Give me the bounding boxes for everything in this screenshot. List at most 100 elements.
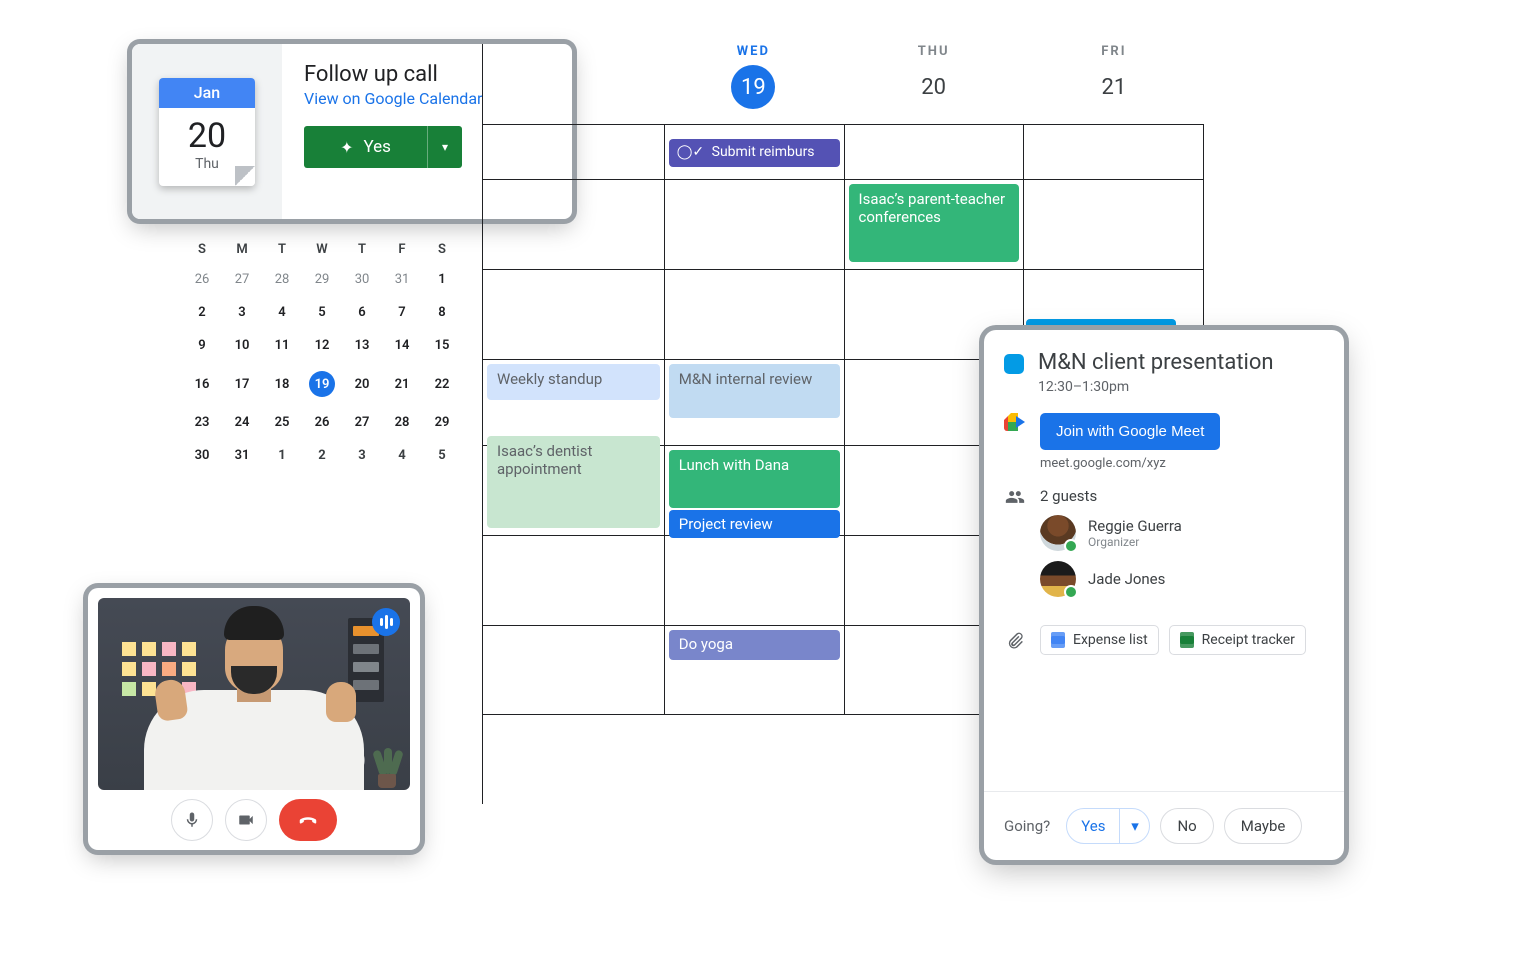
grid-cell[interactable]: [665, 270, 845, 359]
mini-day[interactable]: 8: [422, 296, 462, 329]
mini-day[interactable]: 21: [382, 362, 422, 406]
mini-day[interactable]: 31: [222, 439, 262, 472]
event-parent-teacher[interactable]: Isaac’s parent-teacher conferences: [849, 184, 1020, 262]
mini-day[interactable]: 14: [382, 329, 422, 362]
event-lunch-dana[interactable]: Lunch with Dana: [669, 450, 840, 508]
grid-cell[interactable]: [483, 180, 665, 269]
grid-cell[interactable]: [1024, 180, 1204, 269]
event-title: M&N client presentation: [1038, 350, 1274, 375]
rsvp-yes[interactable]: Yes ▾: [1066, 808, 1150, 844]
mini-day[interactable]: 29: [302, 263, 342, 296]
mini-day[interactable]: 31: [382, 263, 422, 296]
mini-day[interactable]: 26: [302, 406, 342, 439]
mini-day[interactable]: 3: [342, 439, 382, 472]
event-do-yoga[interactable]: Do yoga: [669, 630, 840, 660]
mini-day[interactable]: 24: [222, 406, 262, 439]
rsvp-yes-caret-icon[interactable]: ▾: [1119, 809, 1149, 843]
mini-day[interactable]: 6: [342, 296, 382, 329]
meet-url[interactable]: meet.google.com/xyz: [1040, 456, 1220, 471]
attachment-label: Receipt tracker: [1202, 632, 1295, 648]
attachment-expense-list[interactable]: Expense list: [1040, 625, 1159, 655]
end-call-button[interactable]: [279, 799, 337, 841]
mini-day[interactable]: 23: [182, 406, 222, 439]
mini-day[interactable]: 26: [182, 263, 222, 296]
day-number: 21: [1092, 65, 1136, 109]
grid-cell[interactable]: Weekly standup: [483, 360, 665, 445]
mini-day[interactable]: 30: [342, 263, 382, 296]
mini-day[interactable]: 15: [422, 329, 462, 362]
mini-day[interactable]: 11: [262, 329, 302, 362]
mini-day[interactable]: 30: [182, 439, 222, 472]
mini-day[interactable]: 19: [302, 362, 342, 406]
grid-cell[interactable]: [483, 125, 665, 179]
mini-month-calendar[interactable]: SMTWTFS 26272829303112345678910111213141…: [182, 242, 462, 472]
mini-day[interactable]: 4: [382, 439, 422, 472]
grid-cell[interactable]: [483, 536, 665, 625]
mini-day[interactable]: 27: [222, 263, 262, 296]
attachment-receipt-tracker[interactable]: Receipt tracker: [1169, 625, 1306, 655]
mini-day[interactable]: 2: [182, 296, 222, 329]
mini-day[interactable]: 25: [262, 406, 302, 439]
rsvp-footer: Going? Yes ▾ No Maybe: [984, 791, 1344, 860]
day-header-fri[interactable]: FRI 21: [1024, 44, 1204, 124]
mini-day[interactable]: 10: [222, 329, 262, 362]
event-internal-review[interactable]: M&N internal review: [669, 364, 840, 418]
mini-day[interactable]: 1: [262, 439, 302, 472]
event-project-review[interactable]: Project review: [669, 510, 840, 538]
dow-label: WED: [663, 44, 843, 59]
mini-day[interactable]: 16: [182, 362, 222, 406]
grid-cell[interactable]: Lunch with Dana Project review: [665, 446, 845, 535]
mini-day[interactable]: 3: [222, 296, 262, 329]
mini-day[interactable]: 18: [262, 362, 302, 406]
mini-day[interactable]: 29: [422, 406, 462, 439]
event-submit-reimburs[interactable]: ◯✓ Submit reimburs: [669, 139, 840, 167]
rsvp-yes-button[interactable]: ✦ Yes: [304, 126, 428, 168]
day-header-wed[interactable]: WED 19: [663, 44, 843, 124]
mini-day[interactable]: 2: [302, 439, 342, 472]
mini-day[interactable]: 28: [382, 406, 422, 439]
event-title: Project review: [679, 515, 773, 533]
page-fold-icon: [235, 166, 255, 186]
microphone-icon: [183, 811, 201, 829]
mini-day[interactable]: 9: [182, 329, 222, 362]
guest-row[interactable]: Jade Jones: [1040, 561, 1324, 597]
grid-cell[interactable]: Isaac’s dentist appointment: [483, 446, 665, 535]
event-dentist[interactable]: Isaac’s dentist appointment: [487, 436, 660, 528]
mini-day[interactable]: 13: [342, 329, 382, 362]
grid-cell[interactable]: Do yoga: [665, 626, 845, 714]
mini-day[interactable]: 28: [262, 263, 302, 296]
grid-cell[interactable]: [665, 180, 845, 269]
mini-day[interactable]: 5: [302, 296, 342, 329]
mini-day[interactable]: 22: [422, 362, 462, 406]
guest-row[interactable]: Reggie Guerra Organizer: [1040, 515, 1324, 551]
grid-cell[interactable]: ◯✓ Submit reimburs: [665, 125, 845, 179]
mute-button[interactable]: [171, 799, 213, 841]
grid-cell[interactable]: [845, 125, 1025, 179]
rsvp-no[interactable]: No: [1160, 808, 1213, 844]
mini-day[interactable]: 4: [262, 296, 302, 329]
rsvp-maybe[interactable]: Maybe: [1224, 808, 1303, 844]
camera-button[interactable]: [225, 799, 267, 841]
join-meet-button[interactable]: Join with Google Meet: [1040, 413, 1220, 450]
mini-day[interactable]: 5: [422, 439, 462, 472]
mini-day[interactable]: 27: [342, 406, 382, 439]
day-header-thu[interactable]: THU 20: [844, 44, 1024, 124]
google-meet-icon: [1004, 413, 1026, 431]
grid-cell[interactable]: [665, 536, 845, 625]
video-call-card: [88, 588, 420, 850]
rsvp-yes-dropdown[interactable]: ▾: [428, 126, 462, 168]
grid-cell[interactable]: Isaac’s parent-teacher conferences: [845, 180, 1025, 269]
grid-cell[interactable]: [483, 626, 665, 714]
event-weekly-standup[interactable]: Weekly standup: [487, 364, 660, 400]
grid-cell[interactable]: [1024, 125, 1204, 179]
mini-day[interactable]: 1: [422, 263, 462, 296]
event-color-swatch: [1004, 354, 1024, 374]
mini-day[interactable]: 7: [382, 296, 422, 329]
mini-day[interactable]: 12: [302, 329, 342, 362]
grid-cell[interactable]: [483, 270, 665, 359]
mini-day[interactable]: 17: [222, 362, 262, 406]
grid-cell[interactable]: M&N internal review: [665, 360, 845, 445]
week-header: WED 19 THU 20 FRI 21: [483, 44, 1204, 124]
mini-day[interactable]: 20: [342, 362, 382, 406]
accepted-check-icon: [1064, 539, 1078, 553]
